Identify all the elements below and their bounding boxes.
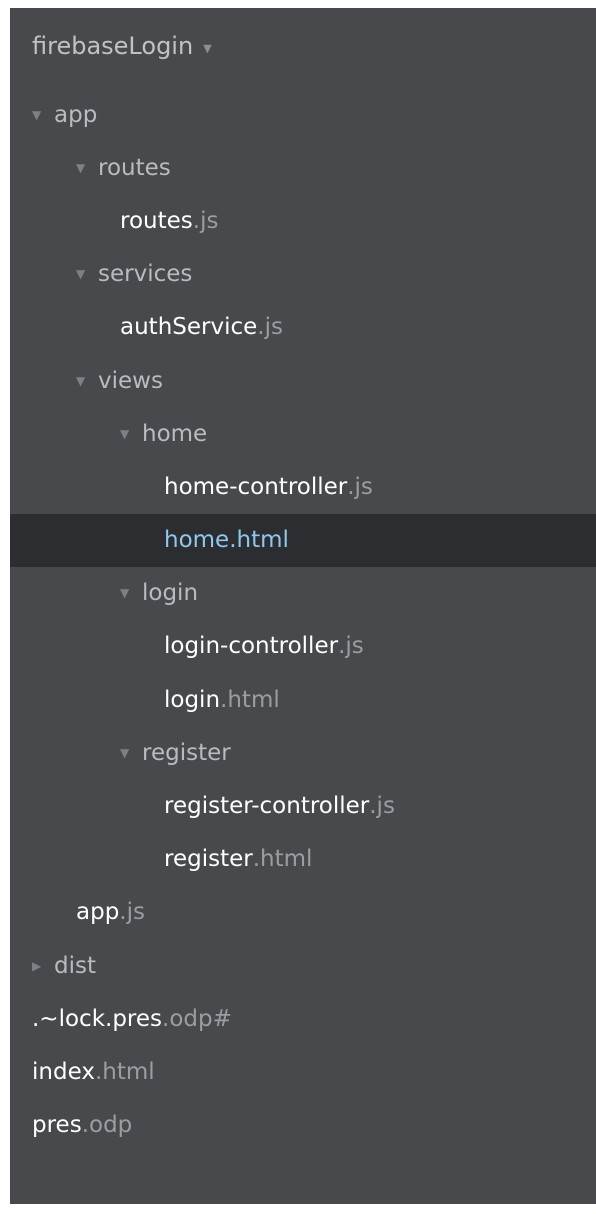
folder-name: register (142, 739, 231, 766)
tree-file-item[interactable]: pres .odp (10, 1099, 596, 1152)
folder-name: routes (98, 154, 171, 181)
file-extension: .js (369, 793, 395, 820)
file-extension: .html (229, 527, 289, 554)
file-extension: .odp# (162, 1005, 232, 1032)
disclosure-down-icon[interactable]: ▼ (120, 427, 142, 441)
file-name: register (164, 846, 253, 873)
file-extension: .js (257, 314, 283, 341)
file-extension: .js (119, 899, 145, 926)
folder-name: services (98, 261, 193, 288)
sidebar-panel: firebaseLogin ▼ ▼ app ▼ routes routes .js ▼ ser… (10, 8, 596, 1204)
file-extension: .js (338, 633, 364, 660)
tree-file-item[interactable]: register .html (10, 833, 596, 886)
disclosure-down-icon[interactable]: ▼ (76, 161, 98, 175)
project-name: firebaseLogin (32, 32, 194, 60)
tree-folder-app[interactable]: ▼ app (10, 88, 596, 141)
file-extension: .js (347, 473, 373, 500)
folder-name: app (54, 101, 98, 128)
file-name: authService (120, 314, 258, 341)
file-name: login (164, 686, 221, 713)
tree-file-item[interactable]: home .html (10, 513, 596, 567)
disclosure-down-icon[interactable]: ▼ (76, 374, 98, 388)
file-tree: ▼ app ▼ routes routes .js ▼ services authService… (10, 88, 596, 1152)
file-name: home-controller (164, 473, 348, 500)
tree-file-item[interactable]: app .js (10, 886, 596, 939)
file-name: pres (32, 1112, 82, 1139)
tree-folder-home[interactable]: ▼ home (10, 407, 596, 460)
file-extension: .html (220, 686, 280, 713)
disclosure-right-icon[interactable]: ▶ (32, 959, 54, 973)
chevron-down-icon[interactable]: ▼ (203, 42, 211, 55)
file-extension: .js (192, 207, 219, 234)
tree-file-item[interactable]: home-controller .js (10, 460, 596, 513)
disclosure-down-icon[interactable]: ▼ (120, 586, 142, 600)
tree-folder-routes[interactable]: ▼ routes (10, 141, 596, 194)
file-extension: .html (94, 1058, 155, 1085)
folder-name: views (98, 367, 163, 394)
file-name: register-controller (164, 793, 370, 820)
folder-name: login (142, 580, 199, 607)
project-dropdown[interactable]: firebaseLogin ▼ (10, 8, 596, 84)
tree-folder-views[interactable]: ▼ views (10, 354, 596, 407)
tree-file-item[interactable]: register-controller .js (10, 779, 596, 832)
tree-file-item[interactable]: index .html (10, 1045, 596, 1098)
file-extension: .html (252, 846, 313, 873)
disclosure-down-icon[interactable]: ▼ (120, 746, 142, 760)
tree-file-item[interactable]: routes .js (10, 194, 596, 247)
tree-file-item[interactable]: login .html (10, 673, 596, 726)
disclosure-down-icon[interactable]: ▼ (76, 267, 98, 281)
file-name: .~lock.pres (32, 1005, 163, 1032)
file-name: app (76, 899, 120, 926)
file-name: routes (120, 207, 193, 234)
file-extension: .odp (81, 1112, 133, 1139)
disclosure-down-icon[interactable]: ▼ (32, 108, 54, 122)
folder-name: dist (54, 952, 96, 979)
file-name: login-controller (164, 633, 339, 660)
tree-file-item[interactable]: login-controller .js (10, 620, 596, 673)
file-name: index (32, 1058, 95, 1085)
tree-file-item[interactable]: .~lock.pres .odp# (10, 992, 596, 1045)
tree-folder-register[interactable]: ▼ register (10, 726, 596, 779)
tree-folder-services[interactable]: ▼ services (10, 248, 596, 301)
tree-file-item[interactable]: authService .js (10, 301, 596, 354)
tree-folder-login[interactable]: ▼ login (10, 567, 596, 620)
tree-folder-dist[interactable]: ▶ dist (10, 939, 596, 992)
folder-name: home (142, 420, 208, 447)
file-name: home (164, 527, 230, 554)
